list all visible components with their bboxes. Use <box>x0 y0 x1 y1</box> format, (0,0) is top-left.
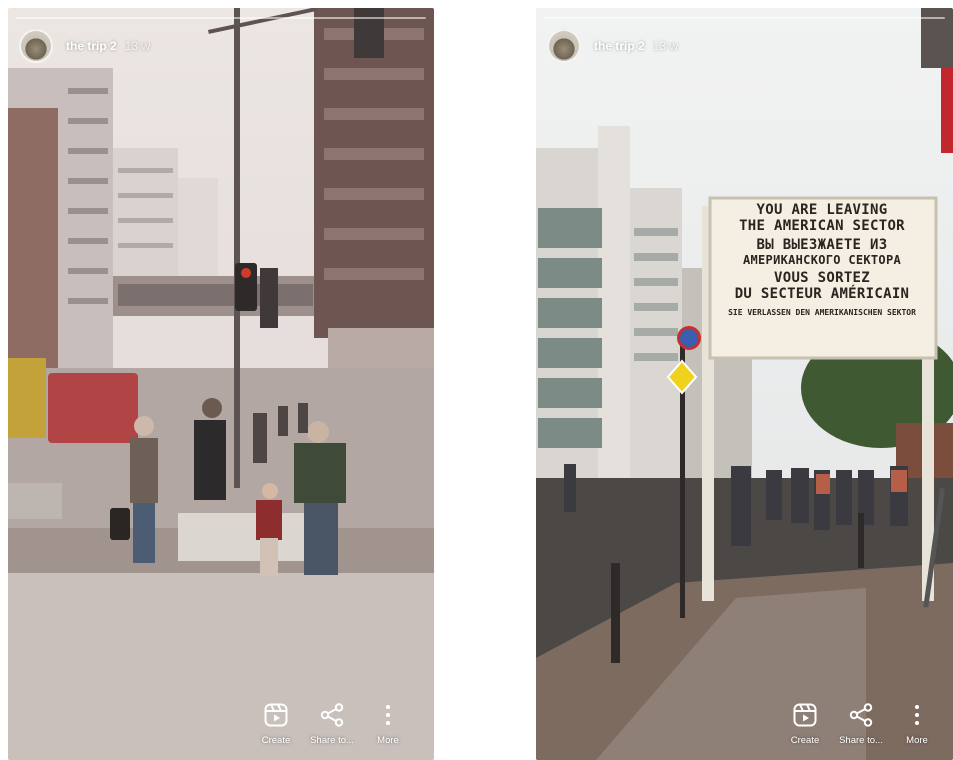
more-button[interactable]: More <box>360 699 416 746</box>
create-button[interactable]: Create <box>777 699 833 746</box>
share-icon <box>320 703 344 727</box>
reel-icon <box>793 703 817 727</box>
more-button[interactable]: More <box>889 699 945 746</box>
more-vertical-icon <box>386 705 390 725</box>
story-progress-bar <box>16 17 426 19</box>
story-progress-bar <box>544 17 945 19</box>
story-right[interactable]: YOU ARE LEAVING THE AMERICAN SECTOR ВЫ В… <box>536 8 953 760</box>
share-label: Share to... <box>310 735 354 746</box>
street-photo-left <box>8 8 434 760</box>
timestamp: 13 w <box>124 39 151 53</box>
more-label: More <box>377 735 399 746</box>
create-label: Create <box>790 735 820 746</box>
share-icon <box>849 703 873 727</box>
sign-line: АМЕРИКАНСКОГО СЕКТОРА <box>742 253 902 268</box>
sign-line: DU SECTEUR AMÉRICAIN <box>734 286 910 303</box>
checkpoint-photo-right <box>536 8 953 760</box>
share-button[interactable]: Share to... <box>833 699 889 746</box>
story-left[interactable]: the trip 2 13 w Create Share to... More <box>8 8 434 760</box>
reel-icon <box>264 703 288 727</box>
sign-line: SIE VERLASSEN DEN AMERIKANISCHEN SEKTOR <box>728 307 916 317</box>
avatar[interactable] <box>19 29 53 63</box>
sign-line: YOU ARE LEAVING <box>756 202 888 218</box>
username[interactable]: the trip 2 <box>594 39 645 53</box>
checkpoint-sign: YOU ARE LEAVING THE AMERICAN SECTOR ВЫ В… <box>714 202 930 318</box>
sign-line: ВЫ ВЫЕЗЖАЕТЕ ИЗ <box>756 237 888 254</box>
story-header: the trip 2 13 w <box>547 28 678 64</box>
story-actions: Create Share to... More <box>777 699 945 746</box>
username[interactable]: the trip 2 <box>66 39 117 53</box>
more-label: More <box>906 735 928 746</box>
share-label: Share to... <box>839 735 883 746</box>
share-button[interactable]: Share to... <box>304 699 360 746</box>
timestamp: 13 w <box>652 39 679 53</box>
sign-line: THE AMERICAN SECTOR <box>739 217 905 234</box>
avatar[interactable] <box>547 29 581 63</box>
sign-line: VOUS SORTEZ <box>773 270 871 287</box>
create-button[interactable]: Create <box>248 699 304 746</box>
more-vertical-icon <box>915 705 919 725</box>
story-actions: Create Share to... More <box>248 699 416 746</box>
create-label: Create <box>261 735 291 746</box>
story-header: the trip 2 13 w <box>19 28 150 64</box>
